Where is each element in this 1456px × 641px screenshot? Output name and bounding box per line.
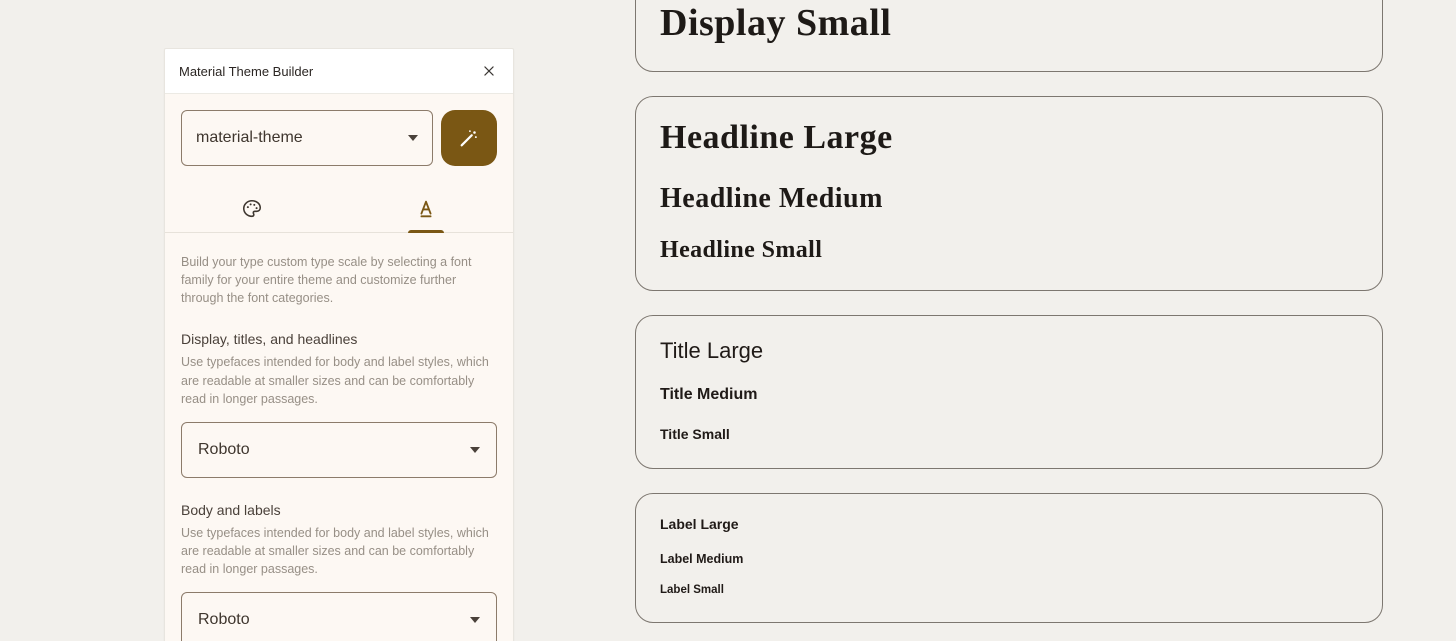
body-font-select[interactable]: Roboto [181, 592, 497, 641]
title-card: Title Large Title Medium Title Small [635, 315, 1383, 469]
theme-row: material-theme [165, 94, 513, 166]
display-font-select[interactable]: Roboto [181, 422, 497, 478]
type-scale-preview: Display Small Headline Large Headline Me… [635, 0, 1383, 623]
panel-tabs [165, 184, 513, 233]
title-large-sample: Title Large [660, 338, 1358, 364]
panel-body: material-theme [165, 94, 513, 641]
tab-typography[interactable] [339, 184, 513, 232]
close-button[interactable] [479, 61, 499, 81]
display-card: Display Small [635, 0, 1383, 72]
section-desc-body: Use typefaces intended for body and labe… [181, 524, 497, 578]
chevron-down-icon [470, 617, 480, 623]
title-small-sample: Title Small [660, 426, 1358, 442]
close-icon [482, 64, 496, 78]
typography-settings: Build your type custom type scale by sel… [165, 233, 513, 641]
chevron-down-icon [470, 447, 480, 453]
magic-wand-icon [458, 127, 480, 149]
title-medium-sample: Title Medium [660, 386, 1358, 404]
typography-icon [415, 198, 437, 220]
label-small-sample: Label Small [660, 584, 1358, 596]
headline-medium-sample: Headline Medium [660, 183, 1358, 215]
typography-intro: Build your type custom type scale by sel… [181, 253, 497, 307]
display-font-value: Roboto [198, 441, 470, 459]
palette-icon [241, 198, 263, 220]
headline-small-sample: Headline Small [660, 237, 1358, 264]
tab-color[interactable] [165, 184, 339, 232]
label-card: Label Large Label Medium Label Small [635, 493, 1383, 623]
headline-card: Headline Large Headline Medium Headline … [635, 96, 1383, 291]
chevron-down-icon [408, 135, 418, 141]
display-small-sample: Display Small [660, 1, 1358, 45]
section-title-body: Body and labels [181, 502, 497, 518]
label-large-sample: Label Large [660, 516, 1358, 532]
theme-builder-panel: Material Theme Builder material-theme [164, 48, 514, 641]
panel-header: Material Theme Builder [165, 49, 513, 94]
section-title-display: Display, titles, and headlines [181, 331, 497, 347]
body-font-value: Roboto [198, 611, 470, 629]
label-medium-sample: Label Medium [660, 552, 1358, 566]
randomize-button[interactable] [441, 110, 497, 166]
theme-name-select[interactable]: material-theme [181, 110, 433, 166]
theme-name-value: material-theme [196, 129, 408, 147]
section-desc-display: Use typefaces intended for body and labe… [181, 353, 497, 407]
headline-large-sample: Headline Large [660, 119, 1358, 157]
panel-title: Material Theme Builder [179, 64, 313, 79]
